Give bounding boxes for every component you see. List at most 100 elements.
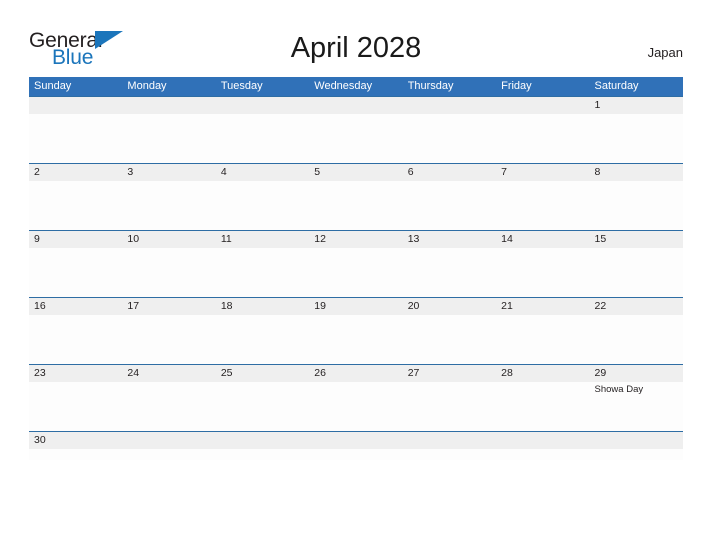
day-events [501,181,589,182]
day-events [408,114,496,115]
day-number [501,97,589,114]
day-cell[interactable]: 11 [216,231,309,297]
day-number: 17 [127,300,140,312]
day-cell[interactable]: 30 [29,432,122,460]
day-cell[interactable]: 24 [122,365,215,431]
day-events [34,315,122,316]
day-number: 30 [34,434,46,446]
page-header: General Blue April 2028 Japan [0,0,712,76]
day-cell[interactable] [496,432,589,460]
day-number [408,432,496,449]
day-number [314,97,402,114]
day-events [314,181,402,182]
day-events [314,248,402,249]
day-cell[interactable]: 1 [590,97,683,163]
day-cell[interactable]: 29 Showa Day [590,365,683,431]
day-cell[interactable]: 7 [496,164,589,230]
day-cell[interactable]: 18 [216,298,309,364]
day-events [408,315,496,316]
day-cell[interactable]: 26 [309,365,402,431]
day-cell[interactable]: 2 [29,164,122,230]
day-cell[interactable]: 5 [309,164,402,230]
day-events [595,114,683,115]
day-cell[interactable]: 19 [309,298,402,364]
week-cells: 1 [29,97,683,163]
day-number: 11 [220,233,232,245]
day-events [221,382,309,383]
day-number [408,97,496,114]
day-cell[interactable] [122,97,215,163]
day-cell[interactable] [216,97,309,163]
day-events: Showa Day [595,382,683,396]
weekday-header-monday: Monday [127,80,167,92]
day-number: 26 [314,367,326,379]
week-cells: 2 3 4 5 6 7 8 [29,164,683,230]
day-events [501,114,589,115]
week-row: 16 17 18 19 20 21 22 [29,297,683,364]
day-cell[interactable] [309,432,402,460]
day-cell[interactable]: 3 [122,164,215,230]
weekday-header-tuesday: Tuesday [220,80,263,92]
day-events [127,315,215,316]
day-cell[interactable]: 13 [403,231,496,297]
day-number [127,432,215,449]
day-number: 12 [314,233,326,245]
day-cell[interactable] [216,432,309,460]
day-cell[interactable]: 21 [496,298,589,364]
day-cell[interactable] [309,97,402,163]
day-cell[interactable]: 25 [216,365,309,431]
day-cell[interactable]: 9 [29,231,122,297]
day-events [595,449,683,450]
day-number [314,432,402,449]
day-cell[interactable] [122,432,215,460]
day-number: 3 [127,166,134,178]
day-cell[interactable]: 17 [122,298,215,364]
day-number [34,97,122,114]
day-cell[interactable]: 6 [403,164,496,230]
day-cell[interactable] [403,97,496,163]
calendar-page: General Blue April 2028 Japan Sunday Mon… [0,0,712,550]
day-events [34,449,122,450]
day-number: 27 [407,367,420,379]
day-number: 7 [501,166,507,178]
day-cell[interactable]: 16 [29,298,122,364]
day-cell[interactable]: 10 [122,231,215,297]
day-events [34,382,122,383]
day-events [501,449,589,450]
day-cell[interactable]: 22 [590,298,683,364]
weekday-header-saturday: Saturday [594,80,639,92]
day-cell[interactable]: 4 [216,164,309,230]
day-cell[interactable] [496,97,589,163]
page-title: April 2028 [290,32,422,64]
day-cell[interactable] [29,97,122,163]
day-cell[interactable]: 20 [403,298,496,364]
day-cell[interactable]: 15 [590,231,683,297]
day-events [314,449,402,450]
week-row: 9 10 11 12 13 14 15 [29,230,683,297]
day-number: 5 [314,166,321,178]
day-cell[interactable]: 14 [496,231,589,297]
day-events [501,315,589,316]
day-cell[interactable] [403,432,496,460]
day-cell[interactable]: 23 [29,365,122,431]
day-number [221,432,309,449]
day-events [314,382,402,383]
holiday-event: Showa Day [594,384,644,395]
day-number: 28 [501,367,513,379]
day-events [408,382,496,383]
day-cell[interactable]: 8 [590,164,683,230]
day-number: 22 [594,300,607,312]
day-events [595,181,683,182]
day-events [34,114,122,115]
day-number [221,97,309,114]
day-number [501,432,589,449]
day-cell[interactable]: 28 [496,365,589,431]
day-number: 19 [314,300,326,312]
day-cell[interactable]: 12 [309,231,402,297]
day-number: 16 [34,300,46,312]
week-cells: 30 [29,432,683,460]
day-events [314,315,402,316]
day-cell[interactable]: 27 [403,365,496,431]
day-cell[interactable] [590,432,683,460]
day-number: 13 [407,233,420,245]
